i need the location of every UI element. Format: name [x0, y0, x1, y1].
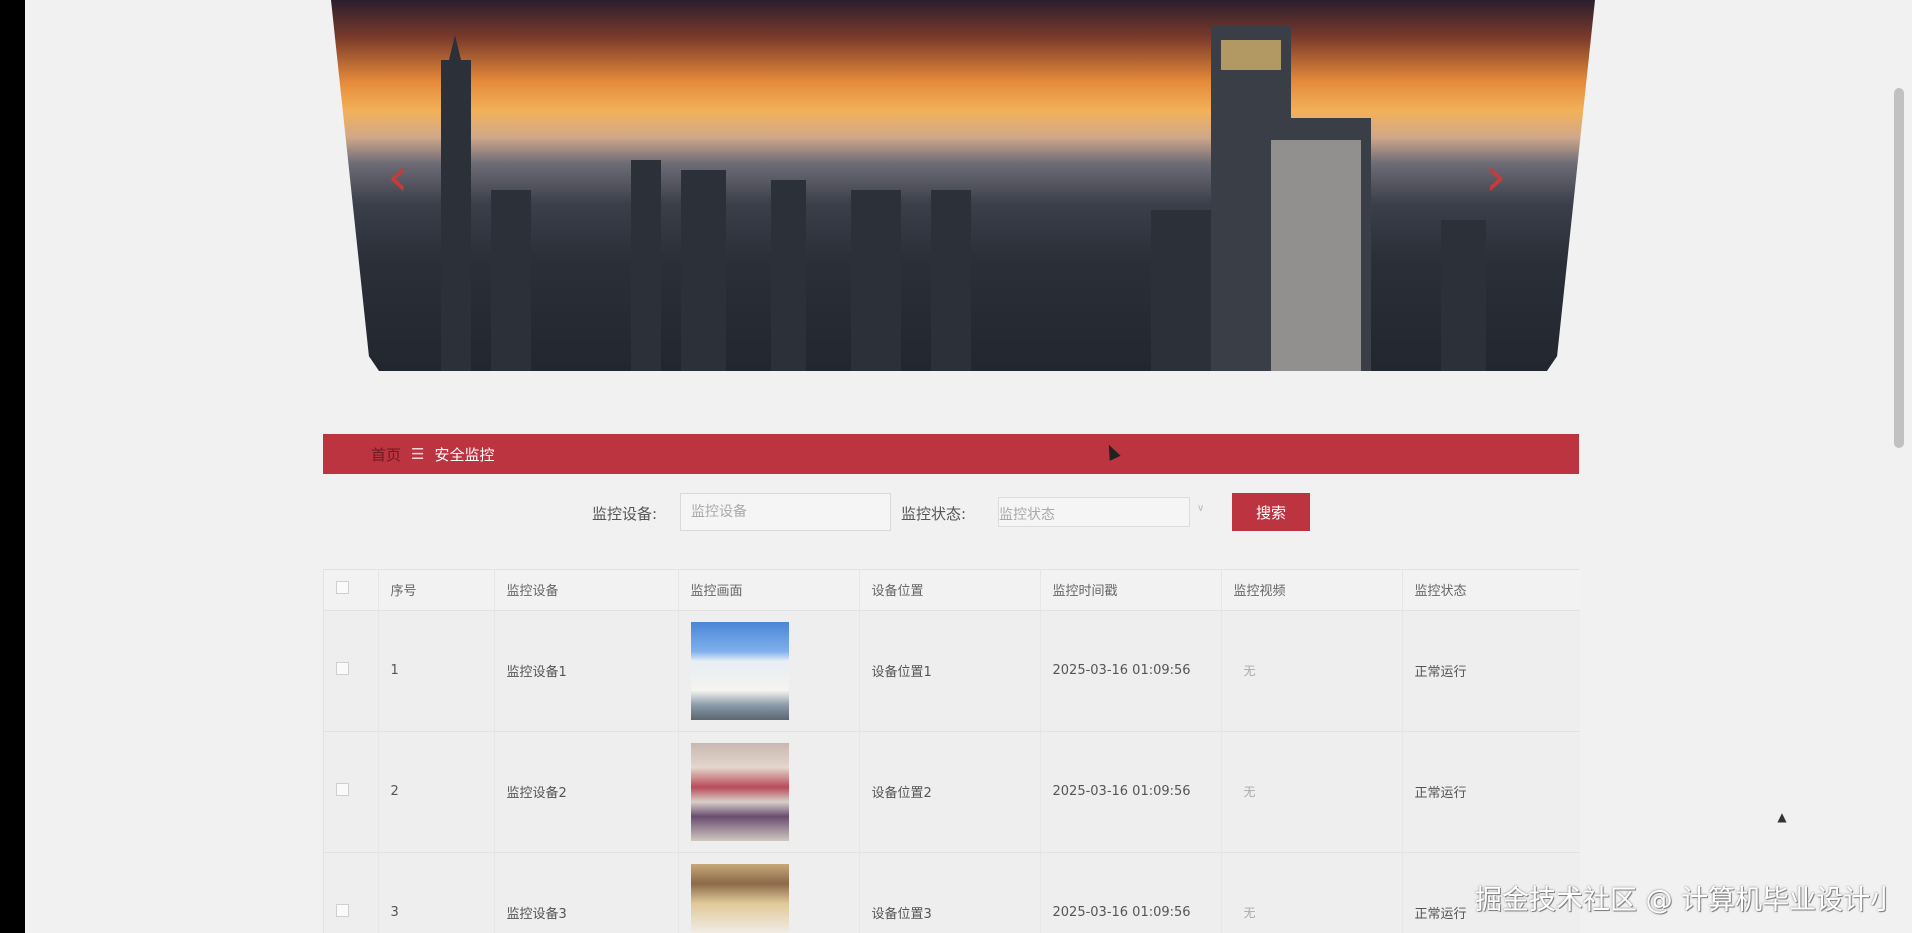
chevron-down-icon[interactable]: ∨	[1197, 503, 1204, 514]
select-all-checkbox[interactable]	[336, 581, 349, 595]
cell-video: 无	[1243, 785, 1256, 799]
search-form: 监控设备: 监控状态: 监控状态 ∨ 搜索	[25, 493, 1887, 531]
arrow-up-icon: ▲	[1777, 810, 1787, 824]
monitor-thumbnail[interactable]	[690, 742, 789, 841]
cell-timestamp: 2025-03-16 01:09:56	[1040, 852, 1222, 933]
menu-icon: ☰	[411, 445, 425, 463]
col-header: 监控设备	[494, 570, 679, 611]
skyline-silhouette	[441, 25, 1486, 371]
watermark: 掘金技术社区 @ 计算机毕业设计小明哥	[1475, 885, 1887, 916]
col-header: 监控状态	[1402, 570, 1580, 611]
carousel-prev-button[interactable]: ‹	[387, 150, 409, 204]
device-search-input[interactable]	[680, 493, 891, 531]
cell-location: 设备位置3	[859, 852, 1041, 933]
table-row[interactable]: 2 监控设备2 设备位置2 2025-03-16 01:09:56 无 正常运行	[324, 731, 1580, 853]
breadcrumb: 首页 ☰ 安全监控	[323, 434, 1579, 474]
col-header: 监控画面	[678, 570, 860, 611]
device-label: 监控设备:	[592, 505, 658, 523]
scrollbar-thumb[interactable]	[1894, 88, 1904, 448]
row-checkbox[interactable]	[336, 783, 349, 796]
cell-timestamp: 2025-03-16 01:09:56	[1040, 731, 1222, 853]
cell-timestamp: 2025-03-16 01:09:56	[1040, 610, 1222, 732]
table-row[interactable]: 3 监控设备3 设备位置3 2025-03-16 01:09:56 无 正常运行	[324, 852, 1580, 933]
col-header: 设备位置	[859, 570, 1041, 611]
cell-video: 无	[1243, 906, 1256, 920]
col-header: 监控视频	[1221, 570, 1403, 611]
back-to-top-button[interactable]: ▲	[1760, 795, 1804, 839]
monitor-thumbnail[interactable]	[690, 863, 789, 933]
banner-carousel	[331, 0, 1595, 371]
status-label: 监控状态:	[901, 505, 967, 523]
page: ‹ › 首页 ☰ 安全监控 监控设备: 监控状态: 监控状态 ∨ 搜索 序号 监…	[25, 0, 1887, 933]
cell-status: 正常运行	[1402, 731, 1580, 853]
col-header: 序号	[378, 570, 495, 611]
monitor-thumbnail[interactable]	[690, 621, 789, 720]
table-row[interactable]: 1 监控设备1 设备位置1 2025-03-16 01:09:56 无 正常运行	[324, 610, 1580, 732]
breadcrumb-home-link[interactable]: 首页	[371, 444, 401, 465]
cell-index: 1	[378, 610, 495, 732]
cell-index: 2	[378, 731, 495, 853]
carousel-next-button[interactable]: ›	[1485, 150, 1507, 204]
cell-device: 监控设备2	[494, 731, 679, 853]
cell-video: 无	[1243, 664, 1256, 678]
status-select-placeholder: 监控状态	[999, 507, 1055, 523]
row-checkbox[interactable]	[336, 662, 349, 675]
cell-status: 正常运行	[1402, 610, 1580, 732]
cell-device: 监控设备3	[494, 852, 679, 933]
breadcrumb-current: 安全监控	[434, 445, 495, 464]
cell-location: 设备位置1	[859, 610, 1041, 732]
monitor-table: 序号 监控设备 监控画面 设备位置 监控时间戳 监控视频 监控状态 1 监控设备…	[323, 569, 1580, 933]
page-scrollbar[interactable]	[1887, 0, 1912, 933]
col-header: 监控时间戳	[1040, 570, 1222, 611]
status-select[interactable]: 监控状态	[998, 497, 1190, 527]
row-checkbox[interactable]	[336, 904, 349, 917]
table-header-row: 序号 监控设备 监控画面 设备位置 监控时间戳 监控视频 监控状态	[324, 570, 1580, 611]
cell-device: 监控设备1	[494, 610, 679, 732]
cell-index: 3	[378, 852, 495, 933]
search-button[interactable]: 搜索	[1232, 493, 1310, 531]
cell-location: 设备位置2	[859, 731, 1041, 853]
